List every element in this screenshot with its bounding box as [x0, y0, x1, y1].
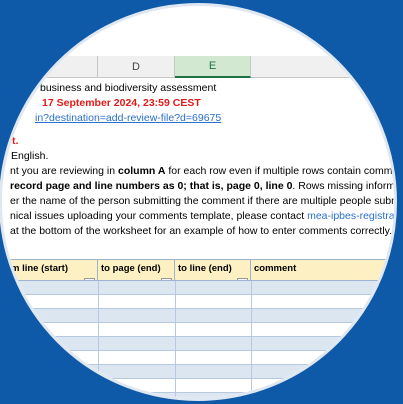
column-letter: D [132, 60, 140, 73]
table-row[interactable] [2, 323, 394, 337]
table-row[interactable] [2, 365, 394, 379]
table-row[interactable] [2, 393, 394, 398]
note-title: business and biodiversity assessment [40, 82, 217, 94]
table-row[interactable] [2, 351, 394, 365]
note-deadline: 17 September 2024, 23:59 CEST [2, 95, 394, 111]
note-instruction: er the name of the person submitting the… [10, 195, 397, 207]
note-instruction: record page and line numbers as 0; that … [10, 180, 397, 192]
note-line: t. [12, 135, 19, 147]
spreadsheet: D E business and biodiversity assessment… [2, 6, 397, 398]
table-row[interactable] [2, 295, 394, 309]
grid-line [98, 281, 99, 398]
column-header-f[interactable] [251, 56, 394, 78]
table-header-row: m line (start) ▾ to page (end) ▾ to line… [2, 259, 394, 281]
note-language: English. [11, 150, 49, 162]
column-header-d[interactable]: D [98, 56, 175, 78]
dropdown-filter-icon[interactable]: ▾ [161, 278, 172, 280]
magnifier-lens: D E business and biodiversity assessment… [0, 3, 397, 401]
header-from-line: m line (start) ▾ [2, 260, 98, 280]
note-url: in?destination=add-review-file?d=69675 [2, 110, 394, 126]
review-link[interactable]: in?destination=add-review-file?d=69675 [35, 112, 221, 124]
table-row[interactable] [2, 309, 394, 323]
column-letter: E [208, 60, 217, 72]
table-row[interactable] [2, 337, 394, 351]
header-comment: comment [251, 260, 394, 280]
header-to-page: to page (end) ▾ [98, 260, 175, 280]
grid-line [251, 281, 252, 398]
grid-line [175, 281, 176, 398]
dropdown-filter-icon[interactable]: ▾ [237, 278, 248, 280]
column-header-c[interactable] [2, 56, 98, 78]
deadline-text: 17 September 2024, 23:59 CEST [42, 97, 201, 109]
dropdown-filter-icon[interactable]: ▾ [84, 278, 95, 280]
note-instruction: at the bottom of the worksheet for an ex… [10, 225, 393, 237]
note-instruction: nt you are reviewing in column A for eac… [10, 165, 397, 177]
note-instruction: nical issues uploading your comments tem… [2, 208, 394, 224]
column-header-e[interactable]: E [175, 56, 251, 78]
table-row[interactable] [2, 379, 394, 393]
contact-email[interactable]: mea-ipbes-registration [307, 210, 394, 222]
table-row[interactable] [2, 281, 394, 295]
header-to-line: to line (end) ▾ [175, 260, 251, 280]
